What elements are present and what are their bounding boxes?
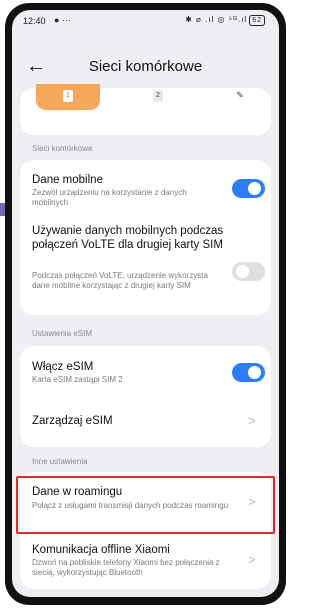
enable-esim-title: Włącz eSIM	[32, 361, 94, 373]
toggle-knob	[248, 366, 261, 379]
toggle-knob	[236, 265, 249, 278]
roaming-highlight-box	[16, 476, 275, 534]
mobile-networks-card: Dane mobilne Zezwól urządzeniu na korzys…	[20, 160, 271, 315]
mobile-data-title: Dane mobilne	[32, 174, 103, 186]
chevron-right-icon: >	[248, 413, 256, 428]
mobile-data-row[interactable]: Dane mobilne Zezwól urządzeniu na korzys…	[20, 160, 271, 212]
page-header: ← Sieci komórkowe	[12, 52, 279, 82]
sim-1-icon: 1	[63, 90, 73, 102]
sim-1-tab[interactable]: 1	[36, 84, 100, 110]
sim-2-tab[interactable]: 2	[138, 84, 178, 110]
enable-esim-row[interactable]: Włącz eSIM Karta eSIM zastąpi SIM 2	[20, 346, 271, 398]
pencil-icon: ✎	[236, 90, 244, 100]
section-label-mobile: Sieci komórkowe	[32, 144, 93, 153]
sim-tabs: 1 2 ✎	[20, 84, 271, 110]
section-label-esim: Ustawienia eSIM	[32, 329, 93, 338]
phone-frame: 12:40 ● ··· ✱ ⌀ .ıl ◎ ⁵ᴳ.ıl 62 ← Sieci ko…	[5, 3, 286, 605]
status-bar: 12:40 ● ··· ✱ ⌀ .ıl ◎ ⁵ᴳ.ıl 62	[12, 10, 279, 32]
page-title: Sieci komórkowe	[88, 58, 203, 75]
volte-data-subtitle: Podczas połączeń VoLTE, urządzenie wykor…	[32, 271, 208, 290]
sim-2-icon: 2	[153, 90, 163, 102]
enable-esim-subtitle: Karta eSIM zastąpi SIM 2	[32, 375, 123, 384]
chevron-right-icon: >	[248, 552, 256, 567]
enable-esim-toggle[interactable]	[232, 363, 265, 382]
manage-esim-title: Zarządzaj eSIM	[32, 415, 113, 427]
volte-data-toggle[interactable]	[232, 262, 265, 281]
notification-icons: ● ···	[54, 15, 71, 25]
mobile-data-subtitle: Zezwól urządzeniu na korzystanie z danyc…	[32, 188, 187, 207]
xiaomi-offline-subtitle: Dzwoń na pobliskie telefony Xiaomi bez p…	[32, 558, 220, 577]
esim-card: Włącz eSIM Karta eSIM zastąpi SIM 2 Zarz…	[20, 346, 271, 447]
volte-data-title: Używanie danych mobilnych podczas połącz…	[32, 225, 224, 251]
status-time: 12:40	[23, 16, 46, 26]
system-icons: ✱ ⌀ .ıl ◎ ⁵ᴳ.ıl 62	[185, 15, 265, 26]
sim-selector-card: 1 2 ✎	[20, 84, 271, 135]
mobile-data-toggle[interactable]	[232, 179, 265, 198]
section-label-other: Inne ustawienia	[32, 457, 88, 466]
volte-data-row[interactable]: Używanie danych mobilnych podczas połącz…	[20, 212, 271, 315]
manage-esim-row[interactable]: Zarządzaj eSIM >	[20, 398, 271, 447]
xiaomi-offline-row[interactable]: Komunikacja offline Xiaomi Dzwoń na pobl…	[20, 530, 271, 589]
settings-screen: 12:40 ● ··· ✱ ⌀ .ıl ◎ ⁵ᴳ.ıl 62 ← Sieci ko…	[12, 10, 279, 597]
battery-icon: 62	[249, 15, 265, 26]
xiaomi-offline-title: Komunikacja offline Xiaomi	[32, 544, 170, 556]
edit-sim-tab[interactable]: ✎	[220, 84, 260, 110]
signal-icons: ✱ ⌀ .ıl ◎ ⁵ᴳ.ıl	[185, 15, 248, 24]
toggle-knob	[248, 182, 261, 195]
